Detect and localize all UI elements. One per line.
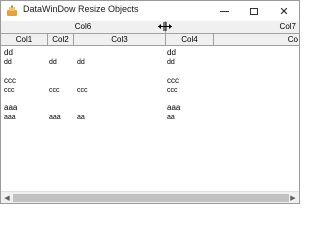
column-header-col5[interactable]: Co xyxy=(214,34,299,45)
group-header-text: aaa xyxy=(4,103,18,112)
maximize-button[interactable] xyxy=(239,1,269,21)
column-header-col1[interactable]: Col1 xyxy=(1,34,48,45)
column-header-col2[interactable]: Col2 xyxy=(48,34,74,45)
table-cell: aaa xyxy=(49,114,61,121)
table-cell: ccc xyxy=(77,87,88,94)
column-header-label: Col2 xyxy=(52,35,69,44)
column-header-col4[interactable]: Col4 xyxy=(166,34,214,45)
group-header-text-right: aaa xyxy=(167,103,181,112)
group-header-text: dd xyxy=(4,48,13,57)
scroll-right-button[interactable]: ▶ xyxy=(287,192,299,203)
close-button[interactable]: ✕ xyxy=(269,1,299,21)
column-header-label: Col3 xyxy=(111,35,128,44)
close-icon: ✕ xyxy=(279,5,289,18)
table-cell: ccc xyxy=(4,87,15,94)
chevron-left-icon: ◀ xyxy=(4,195,10,202)
window-title: DataWinDow Resize Objects xyxy=(23,4,139,14)
table-cell: dd xyxy=(49,59,57,66)
header-group-label: Col7 xyxy=(279,22,296,31)
application-window: DataWinDow Resize Objects ✕ Col6 Col7 Co… xyxy=(0,0,300,204)
column-header-label: Col4 xyxy=(181,35,198,44)
title-bar[interactable]: DataWinDow Resize Objects ✕ xyxy=(1,1,299,21)
group-header-text-right: dd xyxy=(167,48,176,57)
scroll-left-button[interactable]: ◀ xyxy=(1,192,13,203)
table-cell: dd xyxy=(167,59,175,66)
datawindow-area[interactable]: Col6 Col7 Col1 Col2 Col3 Col4 Co dd dd d… xyxy=(1,21,299,191)
group-header-text-right: ccc xyxy=(167,76,179,85)
table-cell: dd xyxy=(4,59,12,66)
column-header-label: Co xyxy=(287,35,298,44)
app-icon xyxy=(7,5,17,16)
table-cell: ccc xyxy=(167,87,178,94)
header-group-col7[interactable]: Col7 xyxy=(166,21,299,33)
minimize-button[interactable] xyxy=(209,1,239,21)
table-cell: ccc xyxy=(49,87,60,94)
chevron-right-icon: ▶ xyxy=(290,195,296,202)
horizontal-scrollbar[interactable]: ◀ ▶ xyxy=(1,191,299,203)
header-group-label: Col6 xyxy=(74,22,92,31)
minimize-icon xyxy=(219,11,229,12)
table-cell: aa xyxy=(167,114,175,121)
header-column-row: Col1 Col2 Col3 Col4 Co xyxy=(1,34,299,46)
column-resize-cursor-icon xyxy=(158,22,172,31)
group-header-text: ccc xyxy=(4,76,16,85)
table-cell: dd xyxy=(77,59,85,66)
column-header-label: Col1 xyxy=(15,35,33,44)
header-group-col6[interactable]: Col6 xyxy=(1,21,166,33)
column-header-col3[interactable]: Col3 xyxy=(74,34,166,45)
table-cell: aaa xyxy=(4,114,16,121)
maximize-icon xyxy=(250,7,258,15)
scrollbar-thumb[interactable] xyxy=(13,194,289,202)
table-cell: aa xyxy=(77,114,85,121)
header-group-row: Col6 Col7 xyxy=(1,21,299,34)
